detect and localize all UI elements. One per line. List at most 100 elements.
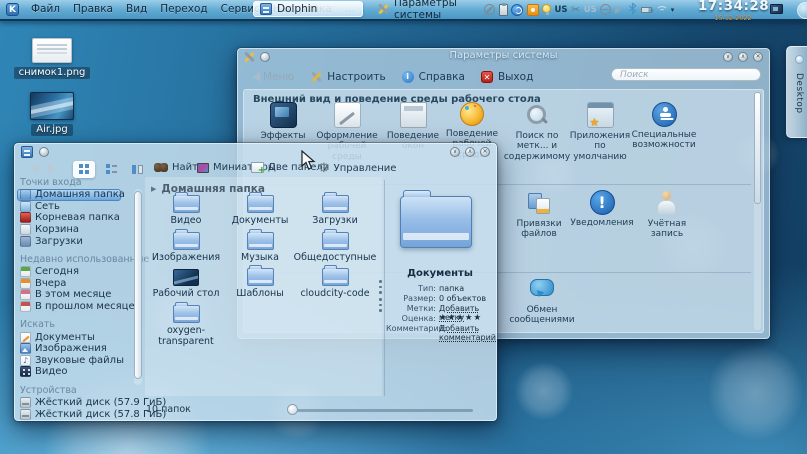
- desktop-icon-air[interactable]: Air.jpg: [8, 92, 96, 136]
- gear-icon: ⚙: [318, 162, 330, 175]
- category-account[interactable]: Учётная запись: [635, 190, 699, 240]
- search-label: Звуковые файлы: [35, 355, 124, 366]
- search-images[interactable]: Изображения: [20, 343, 132, 355]
- bulb-icon[interactable]: [542, 4, 551, 13]
- category-notifications[interactable]: ! Уведомления: [570, 190, 634, 228]
- recent-today[interactable]: Сегодня: [20, 266, 132, 278]
- menu-back-button[interactable]: Меню: [248, 71, 294, 83]
- kde-menu-button[interactable]: K: [6, 3, 19, 16]
- folder-view[interactable]: Видео Документы Загрузки Изображения Муз…: [145, 177, 382, 396]
- scrollbar-thumb[interactable]: [134, 191, 142, 379]
- updates-disabled-icon[interactable]: [484, 4, 495, 15]
- close-button[interactable]: ✕: [480, 147, 490, 157]
- category-instant-messaging[interactable]: Обмен сообщениями: [510, 276, 574, 326]
- settings-titlebar[interactable]: Параметры системы ∨ ∧ ✕: [238, 49, 769, 64]
- battery-icon[interactable]: [641, 7, 652, 13]
- menu-edit[interactable]: Правка: [73, 3, 113, 15]
- klipper-scissors-icon[interactable]: ✂: [571, 4, 580, 15]
- minimize-button[interactable]: ∨: [450, 147, 460, 157]
- taskbar-dolphin[interactable]: Dolphin: [253, 1, 363, 17]
- menu-go[interactable]: Переход: [160, 3, 207, 15]
- place-home[interactable]: Домашняя папка: [17, 189, 121, 201]
- recent-yesterday[interactable]: Вчера: [20, 278, 132, 290]
- splitter-grip[interactable]: [379, 280, 382, 294]
- search-video[interactable]: Видео: [20, 366, 132, 378]
- desktop-icon-snimok[interactable]: снимок1.png: [8, 38, 96, 79]
- sync-icon[interactable]: [511, 4, 523, 16]
- folder-images[interactable]: Изображения: [148, 228, 224, 264]
- splitter-grip[interactable]: [379, 298, 382, 312]
- panel-separator: [384, 180, 385, 396]
- taskbar-system-settings[interactable]: Параметры системы: [371, 1, 489, 17]
- image-thumbnail: [30, 92, 74, 120]
- folder-templates[interactable]: Шаблоны: [222, 264, 298, 300]
- settings-scrollbar[interactable]: [754, 92, 761, 330]
- show-desktop-button[interactable]: [770, 4, 783, 14]
- folder-desktop[interactable]: Рабочий стол: [148, 264, 224, 300]
- maximize-button[interactable]: ∧: [738, 52, 748, 62]
- category-effects[interactable]: Эффекты: [251, 102, 315, 141]
- places-header: Точки входа: [20, 177, 132, 189]
- search-audio[interactable]: ♪ Звуковые файлы: [20, 355, 132, 367]
- window-menu-button[interactable]: [39, 147, 49, 157]
- category-accessibility[interactable]: Специальные возможности: [632, 102, 696, 151]
- volume-icon[interactable]: [615, 6, 625, 14]
- scrollbar-thumb[interactable]: [754, 92, 761, 204]
- place-downloads[interactable]: Загрузки: [20, 235, 132, 247]
- folder-music[interactable]: Музыка: [222, 228, 298, 264]
- category-file-associations[interactable]: Привязки файлов: [507, 190, 571, 240]
- audio-icon: ♪: [20, 355, 31, 366]
- category-search[interactable]: Поиск по метк... и содержимому: [505, 102, 569, 162]
- clipboard-icon[interactable]: [499, 4, 508, 16]
- desktop-monitor-icon: [173, 269, 199, 286]
- columns-view-button[interactable]: [126, 161, 148, 178]
- panel-toolbox-cashew[interactable]: [797, 2, 807, 19]
- category-default-applications[interactable]: Приложения по умолчанию: [568, 102, 632, 162]
- back-button[interactable]: [25, 163, 39, 175]
- details-view-button[interactable]: [100, 161, 122, 178]
- digital-clock[interactable]: 17:34:28 15.12.2022: [698, 0, 768, 21]
- folder-preview-icon: [400, 196, 472, 248]
- place-root[interactable]: Корневая папка: [20, 212, 132, 224]
- place-network[interactable]: Сеть: [20, 201, 132, 213]
- network-tray-icon[interactable]: [600, 4, 611, 15]
- rating-stars[interactable]: ★★★★★: [439, 314, 482, 324]
- keyboard-layout-indicator[interactable]: US: [555, 5, 568, 15]
- quit-button[interactable]: ✕ Выход: [481, 71, 533, 83]
- help-button[interactable]: i Справка: [402, 71, 465, 83]
- search-documents[interactable]: Документы: [20, 331, 132, 343]
- menu-file[interactable]: Файл: [31, 3, 60, 15]
- forward-button[interactable]: [48, 163, 62, 175]
- maximize-button[interactable]: ∧: [465, 147, 475, 157]
- places-scrollbar[interactable]: [134, 189, 142, 385]
- folder-label: cloudcity-code: [300, 289, 369, 300]
- folder-oxygen-transparent[interactable]: oxygen-transparent: [148, 301, 224, 348]
- recent-this-month[interactable]: В этом месяце: [20, 289, 132, 301]
- folder-public[interactable]: Общедоступные: [297, 228, 373, 264]
- messaging-icon: [529, 276, 555, 302]
- menu-view[interactable]: Вид: [126, 3, 147, 15]
- minimize-button[interactable]: ∨: [723, 52, 733, 62]
- keyboard-layout-indicator-2[interactable]: US: [584, 5, 597, 15]
- folder-video[interactable]: Видео: [148, 191, 224, 227]
- recent-last-month[interactable]: В прошлом месяце: [20, 301, 132, 313]
- place-trash[interactable]: Корзина: [20, 224, 132, 236]
- control-button[interactable]: ⚙ Управление: [318, 162, 396, 175]
- app-tray-icon[interactable]: [527, 4, 539, 16]
- folder-cloudcity-code[interactable]: cloudcity-code: [297, 264, 373, 300]
- zoom-slider-track[interactable]: [291, 409, 473, 412]
- category-label: Учётная запись: [635, 219, 699, 240]
- wifi-icon[interactable]: [655, 6, 667, 14]
- dolphin-titlebar[interactable]: ∨ ∧ ✕: [15, 144, 496, 159]
- bluetooth-icon[interactable]: [628, 0, 637, 19]
- settings-search-input[interactable]: [611, 68, 761, 81]
- configure-button[interactable]: Настроить: [310, 71, 385, 83]
- tray-expander-icon[interactable]: ▾: [671, 6, 675, 14]
- folder-documents[interactable]: Документы: [222, 191, 298, 227]
- icons-view-button[interactable]: [73, 161, 95, 178]
- close-button[interactable]: ✕: [753, 52, 763, 62]
- add-comment-link[interactable]: Добавить комментарий: [439, 324, 491, 342]
- folder-downloads[interactable]: Загрузки: [297, 191, 373, 227]
- desktop-activity-tab[interactable]: Desktop: [786, 46, 807, 138]
- zoom-slider-handle[interactable]: [287, 404, 298, 415]
